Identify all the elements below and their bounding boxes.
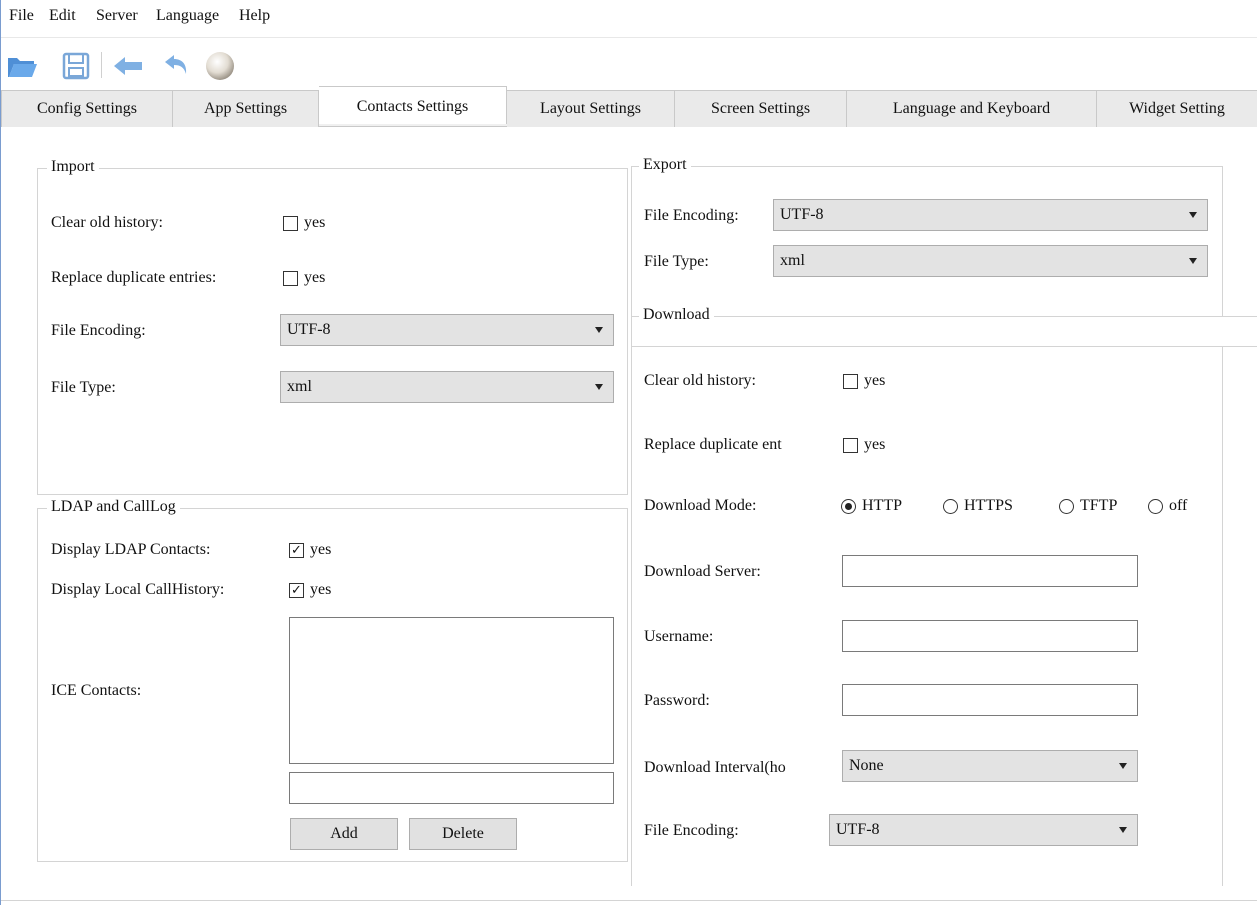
export-encoding-label: File Encoding: <box>644 207 739 224</box>
chevron-down-icon <box>1119 827 1127 833</box>
chevron-down-icon <box>1189 212 1197 218</box>
import-group-top <box>37 168 627 169</box>
download-header-divider <box>631 346 1257 347</box>
import-clear-history-checkbox[interactable]: yes <box>283 214 325 232</box>
chevron-down-icon <box>1189 258 1197 264</box>
menu-language[interactable]: Language <box>156 7 219 25</box>
ldap-group-right <box>627 508 628 862</box>
tab-screen-settings[interactable]: Screen Settings <box>675 90 847 127</box>
export-group-title: Export <box>639 156 691 174</box>
download-mode-off-radio[interactable]: off <box>1148 497 1187 515</box>
add-button[interactable]: Add <box>290 818 398 850</box>
export-encoding-select[interactable]: UTF-8 <box>773 199 1208 231</box>
import-encoding-label: File Encoding: <box>51 322 146 339</box>
display-local-history-label: Display Local CallHistory: <box>51 581 225 598</box>
import-replace-duplicate-label: Replace duplicate entries: <box>51 269 217 286</box>
username-input[interactable] <box>842 620 1138 652</box>
export-type-label: File Type: <box>644 253 709 270</box>
radio-selected-icon[interactable] <box>841 498 856 514</box>
download-group-top <box>631 316 1257 317</box>
checkbox-unchecked-icon[interactable] <box>283 215 298 231</box>
export-group-top <box>631 166 1223 167</box>
download-clear-history-label: Clear old history: <box>644 372 756 389</box>
radio-unselected-icon[interactable] <box>1148 498 1163 514</box>
tab-widget-setting[interactable]: Widget Setting <box>1097 90 1257 127</box>
ice-contacts-label: ICE Contacts: <box>51 682 142 699</box>
import-type-label: File Type: <box>51 379 116 396</box>
chevron-down-icon <box>1119 763 1127 769</box>
tab-contacts-settings[interactable]: Contacts Settings <box>319 86 507 124</box>
toolbar <box>1 38 1257 90</box>
import-group-bottom <box>37 494 627 495</box>
ldap-group-title: LDAP and CallLog <box>47 498 180 516</box>
back-arrow-icon[interactable] <box>111 51 145 81</box>
download-group-title: Download <box>639 306 714 324</box>
download-group-right <box>1222 346 1223 886</box>
display-ldap-label: Display LDAP Contacts: <box>51 541 211 558</box>
checkbox-unchecked-icon[interactable] <box>843 437 858 453</box>
import-encoding-select[interactable]: UTF-8 <box>280 314 614 346</box>
export-group-left <box>631 166 632 316</box>
undo-icon[interactable] <box>159 51 193 81</box>
export-group-right <box>1222 166 1223 316</box>
status-ball-icon[interactable] <box>203 51 237 81</box>
checkbox-unchecked-icon[interactable] <box>843 373 858 389</box>
download-encoding-select[interactable]: UTF-8 <box>829 814 1138 846</box>
checkbox-unchecked-icon[interactable] <box>283 270 298 286</box>
download-mode-https-radio[interactable]: HTTPS <box>943 497 1013 515</box>
radio-unselected-icon[interactable] <box>943 498 958 514</box>
download-encoding-label: File Encoding: <box>644 822 739 839</box>
menu-server[interactable]: Server <box>96 7 138 25</box>
status-divider <box>1 900 1257 901</box>
delete-button[interactable]: Delete <box>409 818 517 850</box>
checkbox-checked-icon[interactable]: ✓ <box>289 582 304 598</box>
app-window: File Edit Server Language Help Config Se… <box>0 0 1257 905</box>
chevron-down-icon <box>595 327 603 333</box>
tab-layout-settings[interactable]: Layout Settings <box>507 90 675 127</box>
ldap-group-bottom <box>37 861 627 862</box>
username-label: Username: <box>644 628 714 645</box>
download-mode-tftp-radio[interactable]: TFTP <box>1059 497 1117 515</box>
import-group-title: Import <box>47 158 99 176</box>
tab-app-settings[interactable]: App Settings <box>173 90 319 127</box>
download-clear-history-checkbox[interactable]: yes <box>843 372 885 390</box>
chevron-down-icon <box>595 384 603 390</box>
download-replace-duplicate-checkbox[interactable]: yes <box>843 436 885 454</box>
save-icon[interactable] <box>59 51 93 81</box>
import-type-select[interactable]: xml <box>280 371 614 403</box>
menu-file[interactable]: File <box>9 7 34 25</box>
tab-bar: Config Settings App Settings Contacts Se… <box>1 86 1257 127</box>
download-server-label: Download Server: <box>644 563 761 580</box>
import-clear-history-label: Clear old history: <box>51 214 163 231</box>
menu-bar: File Edit Server Language Help <box>1 0 1257 38</box>
display-local-history-checkbox[interactable]: ✓ yes <box>289 581 331 599</box>
export-type-select[interactable]: xml <box>773 245 1208 277</box>
import-group-right <box>627 168 628 495</box>
password-label: Password: <box>644 692 710 709</box>
download-server-input[interactable] <box>842 555 1138 587</box>
download-mode-http-radio[interactable]: HTTP <box>841 497 902 515</box>
ldap-group-left <box>37 508 38 862</box>
toolbar-separator <box>101 52 102 78</box>
tab-language-keyboard[interactable]: Language and Keyboard <box>847 90 1097 127</box>
password-input[interactable] <box>842 684 1138 716</box>
import-replace-duplicate-checkbox[interactable]: yes <box>283 269 325 287</box>
menu-help[interactable]: Help <box>239 7 270 25</box>
import-group-left <box>37 168 38 495</box>
ice-contacts-list[interactable] <box>289 617 614 764</box>
tab-config-settings[interactable]: Config Settings <box>1 90 173 127</box>
download-interval-label: Download Interval(ho <box>644 759 786 776</box>
folder-open-icon[interactable] <box>5 51 39 81</box>
checkbox-checked-icon[interactable]: ✓ <box>289 542 304 558</box>
ice-contact-input[interactable] <box>289 772 614 804</box>
menu-edit[interactable]: Edit <box>49 7 76 25</box>
radio-unselected-icon[interactable] <box>1059 498 1074 514</box>
download-replace-duplicate-label: Replace duplicate ent <box>644 436 782 453</box>
download-mode-label: Download Mode: <box>644 497 757 514</box>
display-ldap-checkbox[interactable]: ✓ yes <box>289 541 331 559</box>
download-group-left <box>631 316 632 886</box>
download-interval-select[interactable]: None <box>842 750 1138 782</box>
